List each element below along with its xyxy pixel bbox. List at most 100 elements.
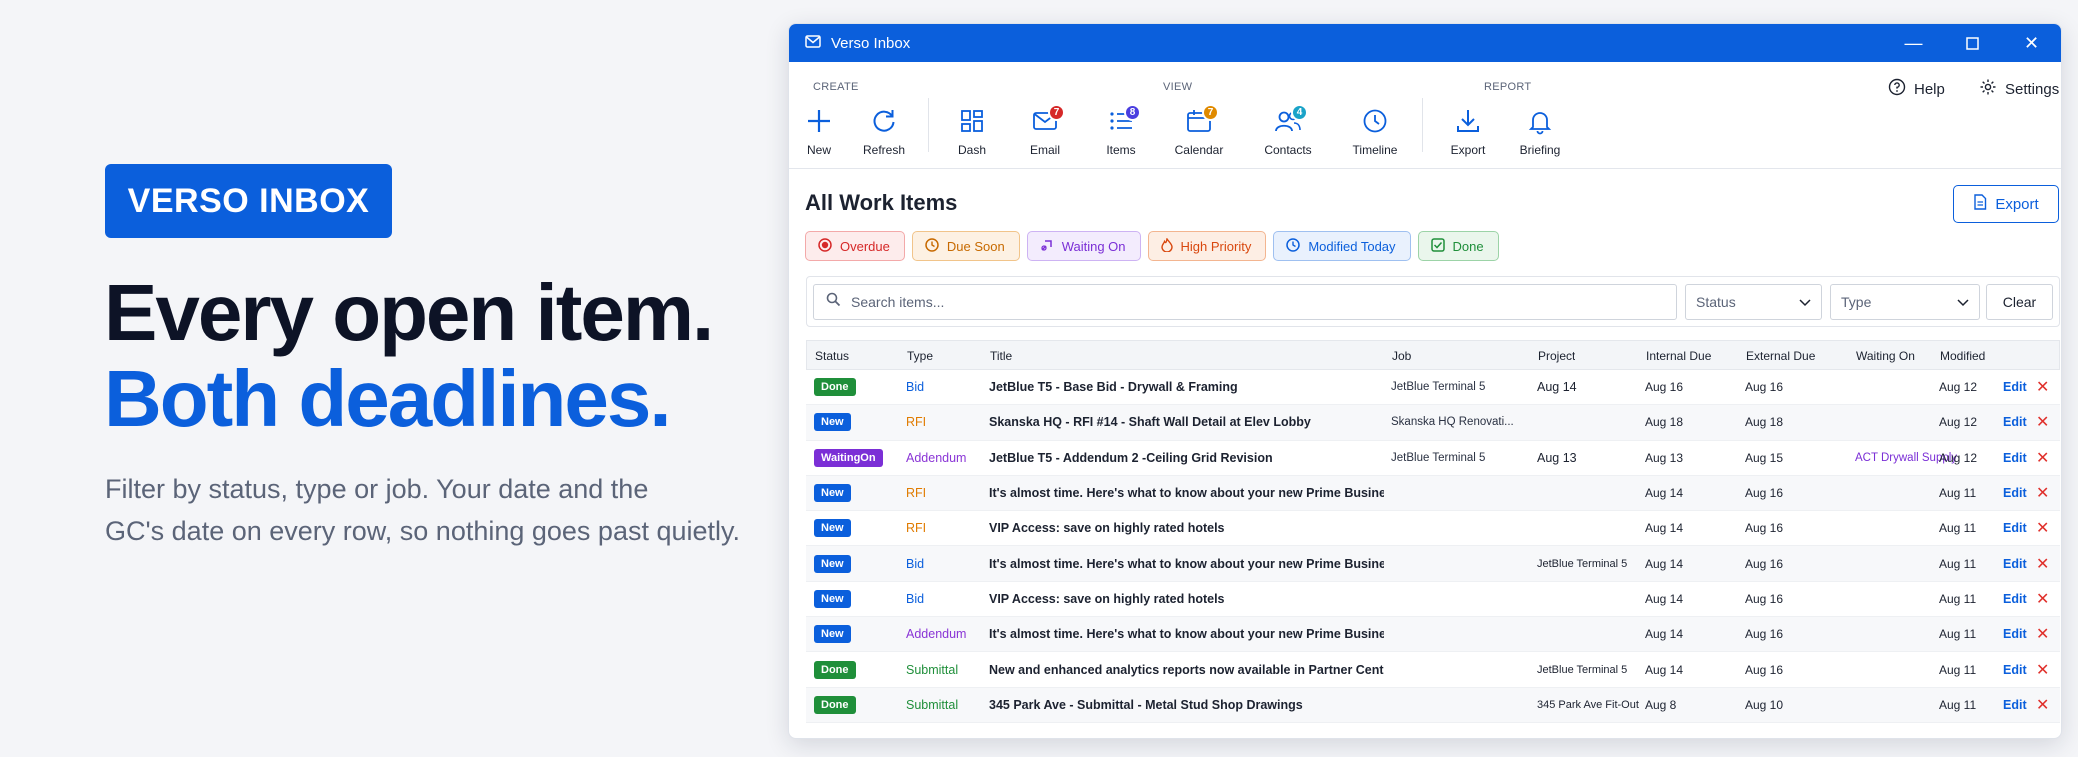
items-button[interactable]: 8 Items: [1091, 104, 1151, 157]
delete-icon[interactable]: ✕: [2036, 405, 2049, 439]
status-badge: New: [814, 413, 851, 432]
table-row[interactable]: New Addendum It's almost time. Here's what…: [806, 617, 2060, 653]
column-header[interactable]: Status: [815, 341, 849, 371]
edit-link[interactable]: Edit: [2003, 370, 2027, 404]
column-header[interactable]: Job: [1392, 341, 1411, 371]
title-bar: Verso Inbox — ✕: [789, 24, 2061, 62]
type-select[interactable]: Type: [1830, 284, 1980, 320]
chip-modified-today[interactable]: Modified Today: [1273, 231, 1411, 261]
external-cell: Aug 16: [1745, 521, 1784, 536]
table-row[interactable]: Done Submittal 345 Park Ave - Submittal - …: [806, 687, 2060, 723]
work-items-table: Status Type Title Job Project Internal Due Ext…: [806, 340, 2060, 723]
edit-link[interactable]: Edit: [2003, 617, 2027, 651]
type-cell: Submittal: [906, 697, 959, 712]
chip-overdue[interactable]: Overdue: [805, 231, 905, 261]
email-button[interactable]: 7 Email: [1015, 104, 1075, 157]
table-row[interactable]: Done Submittal New and enhanced analytics …: [806, 652, 2060, 688]
type-cell: RFI: [906, 486, 927, 501]
column-header[interactable]: Project: [1538, 341, 1575, 371]
edit-link[interactable]: Edit: [2003, 511, 2027, 545]
delete-icon[interactable]: ✕: [2036, 441, 2049, 475]
table-row[interactable]: New RFI It's almost time. Here's what to k…: [806, 475, 2060, 512]
headline-line-1: Every open item.: [104, 268, 714, 357]
edit-link[interactable]: Edit: [2003, 476, 2027, 510]
delete-icon[interactable]: ✕: [2036, 370, 2049, 404]
table-row[interactable]: New Bid VIP Access: save on highly rated h…: [806, 582, 2060, 618]
edit-link[interactable]: Edit: [2003, 582, 2027, 616]
title-cell: VIP Access: save on highly rated hotels: [989, 521, 1225, 536]
status-badge: New: [814, 484, 851, 503]
maximize-icon[interactable]: [1943, 24, 2002, 62]
table-row[interactable]: Done Bid JetBlue T5 - Base Bid - Drywall &…: [806, 370, 2060, 406]
calendar-button[interactable]: 7 Calendar: [1169, 104, 1229, 157]
status-badge: New: [814, 625, 851, 644]
chip-waiting-on[interactable]: Waiting On: [1026, 231, 1141, 261]
column-header[interactable]: Title: [990, 341, 1012, 371]
settings-button[interactable]: Settings: [1979, 78, 2059, 100]
column-header[interactable]: External Due: [1746, 341, 1815, 371]
minimize-icon[interactable]: —: [1884, 24, 1943, 62]
refresh-button[interactable]: Refresh: [854, 107, 914, 157]
internal-cell: Aug 14: [1645, 521, 1684, 536]
project-cell: Aug 14: [1537, 380, 1577, 395]
timeline-button[interactable]: Timeline: [1345, 107, 1405, 157]
job-cell: [1391, 546, 1531, 580]
export-button[interactable]: Export: [1953, 185, 2059, 223]
delete-icon[interactable]: ✕: [2036, 617, 2049, 651]
table-row[interactable]: New Bid It's almost time. Here's what to k…: [806, 546, 2060, 582]
subheadline-line-2: GC's date on every row, so nothing goes …: [105, 516, 741, 546]
table-row[interactable]: WaitingOn Addendum JetBlue T5 - Addendum 2…: [806, 441, 2060, 476]
column-header[interactable]: Type: [907, 341, 933, 371]
list-icon: 8: [1091, 104, 1151, 137]
status-select[interactable]: Status: [1685, 284, 1822, 320]
status-badge: Done: [814, 695, 856, 714]
external-cell: Aug 16: [1745, 591, 1784, 606]
internal-cell: Aug 13: [1645, 450, 1684, 465]
chip-done[interactable]: Done: [1417, 231, 1499, 261]
close-icon[interactable]: ✕: [2002, 24, 2061, 62]
edit-link[interactable]: Edit: [2003, 652, 2027, 686]
search-input[interactable]: [851, 294, 1676, 310]
help-button[interactable]: Help: [1888, 78, 1945, 100]
search-icon: [826, 292, 841, 312]
edit-link[interactable]: Edit: [2003, 688, 2027, 722]
dash-button[interactable]: Dash: [942, 107, 1002, 157]
group-label-report: REPORT: [1484, 81, 1532, 93]
delete-icon[interactable]: ✕: [2036, 688, 2049, 722]
column-header[interactable]: Waiting On: [1856, 341, 1915, 371]
type-cell: Bid: [906, 380, 925, 395]
briefing-button[interactable]: Briefing: [1510, 107, 1570, 157]
column-header[interactable]: Internal Due: [1646, 341, 1711, 371]
external-cell: Aug 16: [1745, 662, 1784, 677]
chip-due-soon[interactable]: Due Soon: [911, 231, 1020, 261]
search-box[interactable]: [813, 284, 1677, 320]
title-cell: JetBlue T5 - Addendum 2 -Ceiling Grid Re…: [989, 450, 1273, 465]
status-badge: New: [814, 589, 851, 608]
edit-link[interactable]: Edit: [2003, 405, 2027, 439]
column-header[interactable]: Modified: [1940, 341, 1985, 371]
delete-icon[interactable]: ✕: [2036, 546, 2049, 580]
job-cell: JetBlue Terminal 5: [1391, 381, 1486, 394]
modified-cell: Aug 12: [1939, 415, 1978, 430]
modified-cell: Aug 11: [1939, 486, 1977, 501]
job-cell: [1391, 688, 1531, 722]
chip-high-priority[interactable]: High Priority: [1147, 231, 1267, 261]
project-cell: [1537, 511, 1647, 545]
table-row[interactable]: New RFI Skanska HQ - RFI #14 - Shaft Wall …: [806, 405, 2060, 441]
status-badge: Done: [814, 660, 856, 679]
filter-bar: Status Type Clear: [806, 276, 2060, 327]
new-button[interactable]: New: [789, 107, 849, 157]
edit-link[interactable]: Edit: [2003, 546, 2027, 580]
contacts-button[interactable]: 4 Contacts: [1258, 104, 1318, 157]
delete-icon[interactable]: ✕: [2036, 476, 2049, 510]
table-row[interactable]: New RFI VIP Access: save on highly rated h…: [806, 511, 2060, 547]
modified-cell: Aug 12: [1939, 450, 1978, 465]
edit-link[interactable]: Edit: [2003, 441, 2027, 475]
type-cell: RFI: [906, 415, 927, 430]
export-ribbon-button[interactable]: Export: [1438, 107, 1498, 157]
delete-icon[interactable]: ✕: [2036, 652, 2049, 686]
delete-icon[interactable]: ✕: [2036, 582, 2049, 616]
delete-icon[interactable]: ✕: [2036, 511, 2049, 545]
modified-cell: Aug 11: [1939, 556, 1977, 571]
clear-button[interactable]: Clear: [1986, 284, 2053, 320]
